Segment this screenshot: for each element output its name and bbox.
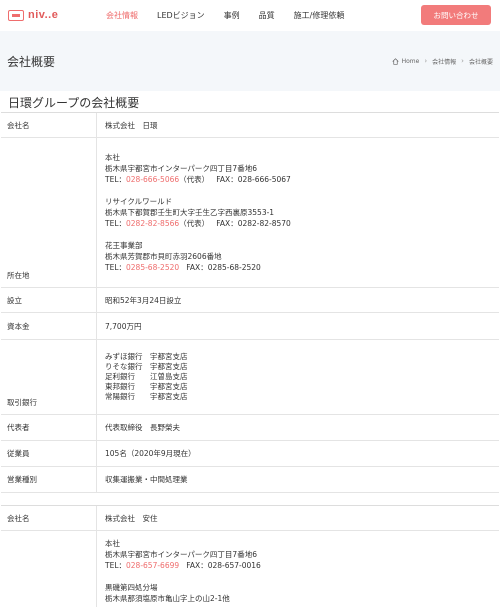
table-row: 代表者 代表取締役 長野榮夫 <box>1 415 499 441</box>
office-address: 栃木県那須塩原市亀山字上の山2-1他 <box>105 594 230 603</box>
row-value: 7,700万円 <box>105 321 142 331</box>
contact-button[interactable]: お問い合わせ <box>421 5 491 25</box>
row-value: 105名（2020年9月現在） <box>105 449 196 458</box>
company-table-nikkan: 会社名 株式会社 日環 所在地 本社 栃木県宇都宮市インターパーク四丁目7番地6… <box>1 112 499 493</box>
page-header: 会社概要 Home › 会社情報 › 会社概要 <box>0 31 500 91</box>
logo-icon <box>8 9 24 21</box>
row-value: 本社 栃木県宇都宮市インターパーク四丁目7番地6 TEL：028-666-506… <box>97 138 499 287</box>
row-label <box>1 531 97 607</box>
table-row: 資本金 7,700万円 <box>1 313 499 340</box>
row-value: 株式会社 安住 <box>105 513 158 523</box>
nav-item-company[interactable]: 会社情報 <box>106 10 138 21</box>
row-label: 代表者 <box>1 415 97 440</box>
tel-link[interactable]: 028-666-5066 <box>126 175 179 184</box>
nav-item-led-vision[interactable]: LEDビジョン <box>157 10 205 21</box>
chevron-right-icon: › <box>461 57 464 65</box>
office-address: 栃木県宇都宮市インターパーク四丁目7番地6 <box>105 550 257 559</box>
row-label: 所在地 <box>1 138 97 287</box>
list-item: みずほ銀行 宇都宮支店 <box>105 352 188 361</box>
office-address: 栃木県下都賀郡壬生町大字壬生乙字西裏原3553-1 <box>105 208 275 217</box>
row-value: みずほ銀行 宇都宮支店 りそな銀行 宇都宮支店 足利銀行 江曽島支店 東邦銀行 宇都宮支… <box>97 340 499 414</box>
row-label: 資本金 <box>1 313 97 339</box>
tel-link[interactable]: 028-657-6699 <box>126 561 179 570</box>
office-contact: TEL：0282-82-8566（代表） FAX：0282-82-8570 <box>105 219 291 228</box>
row-value: 昭和52年3月24日設立 <box>105 295 182 305</box>
breadcrumb: Home › 会社情報 › 会社概要 <box>392 57 493 66</box>
breadcrumb-current: 会社概要 <box>468 58 493 66</box>
office-contact: TEL：028-666-5066（代表） FAX：028-666-5067 <box>105 175 291 184</box>
list-item: 常陽銀行 宇都宮支店 <box>105 392 188 401</box>
office-name: 本社 <box>105 539 120 548</box>
main-nav: 会社情報 LEDビジョン 事例 品質 施工/修理依頼 <box>106 10 363 21</box>
table-row: 設立 昭和52年3月24日設立 <box>1 288 499 313</box>
office-name: 黒磯第四処分場 <box>105 583 158 592</box>
office-address: 栃木県芳賀郡市貝町赤羽2606番地 <box>105 252 222 261</box>
row-label: 取引銀行 <box>1 340 97 414</box>
row-label: 会社名 <box>1 113 97 137</box>
company-table-azumi: 会社名 株式会社 安住 本社 栃木県宇都宮市インターパーク四丁目7番地6 TEL… <box>1 505 499 607</box>
table-row: 会社名 株式会社 日環 <box>1 113 499 138</box>
list-item: 東邦銀行 宇都宮支店 <box>105 382 188 391</box>
table-row: 従業員 105名（2020年9月現在） <box>1 441 499 467</box>
logo-text: niv..e <box>28 9 59 21</box>
table-row: 所在地 本社 栃木県宇都宮市インターパーク四丁目7番地6 TEL：028-666… <box>1 138 499 288</box>
row-value: 株式会社 日環 <box>105 120 158 130</box>
nav-item-quality[interactable]: 品質 <box>259 10 275 21</box>
row-label: 営業種別 <box>1 467 97 492</box>
tel-link[interactable]: 0282-82-8566 <box>126 219 179 228</box>
list-item: りそな銀行 宇都宮支店 <box>105 362 188 371</box>
nav-item-repair[interactable]: 施工/修理依頼 <box>294 10 345 21</box>
office-name: 花王事業部 <box>105 241 143 250</box>
home-icon <box>392 57 399 65</box>
table-row: 本社 栃木県宇都宮市インターパーク四丁目7番地6 TEL：028-657-669… <box>1 531 499 607</box>
list-item: 足利銀行 江曽島支店 <box>105 372 188 381</box>
logo[interactable]: niv..e <box>8 9 92 21</box>
office-contact: TEL：028-657-6699 FAX：028-657-0016 <box>105 561 261 570</box>
row-label: 会社名 <box>1 506 97 530</box>
office-name: リサイクルワールド <box>105 197 173 206</box>
tel-link[interactable]: 0285-68-2520 <box>126 263 179 272</box>
nav-item-cases[interactable]: 事例 <box>224 10 240 21</box>
site-header: niv..e 会社情報 LEDビジョン 事例 品質 施工/修理依頼 お問い合わせ <box>0 0 500 30</box>
row-label: 従業員 <box>1 441 97 466</box>
office-contact: TEL：0285-68-2520 FAX：0285-68-2520 <box>105 263 261 272</box>
row-label: 設立 <box>1 288 97 312</box>
row-value: 代表取締役 長野榮夫 <box>105 423 180 432</box>
chevron-right-icon: › <box>424 57 428 65</box>
table-row: 会社名 株式会社 安住 <box>1 506 499 531</box>
breadcrumb-company[interactable]: 会社情報 <box>432 57 456 66</box>
office-address: 栃木県宇都宮市インターパーク四丁目7番地6 <box>105 164 257 173</box>
row-value: 収集運搬業・中間処理業 <box>105 475 188 484</box>
page-title: 会社概要 <box>7 54 56 69</box>
office-name: 本社 <box>105 153 120 162</box>
table-row: 取引銀行 みずほ銀行 宇都宮支店 りそな銀行 宇都宮支店 足利銀行 江曽島支店 東邦銀… <box>1 340 499 415</box>
section-title: 日環グループの会社概要 <box>8 96 140 110</box>
table-row: 営業種別 収集運搬業・中間処理業 <box>1 467 499 493</box>
row-value: 本社 栃木県宇都宮市インターパーク四丁目7番地6 TEL：028-657-669… <box>97 531 499 607</box>
breadcrumb-home[interactable]: Home <box>402 58 420 65</box>
